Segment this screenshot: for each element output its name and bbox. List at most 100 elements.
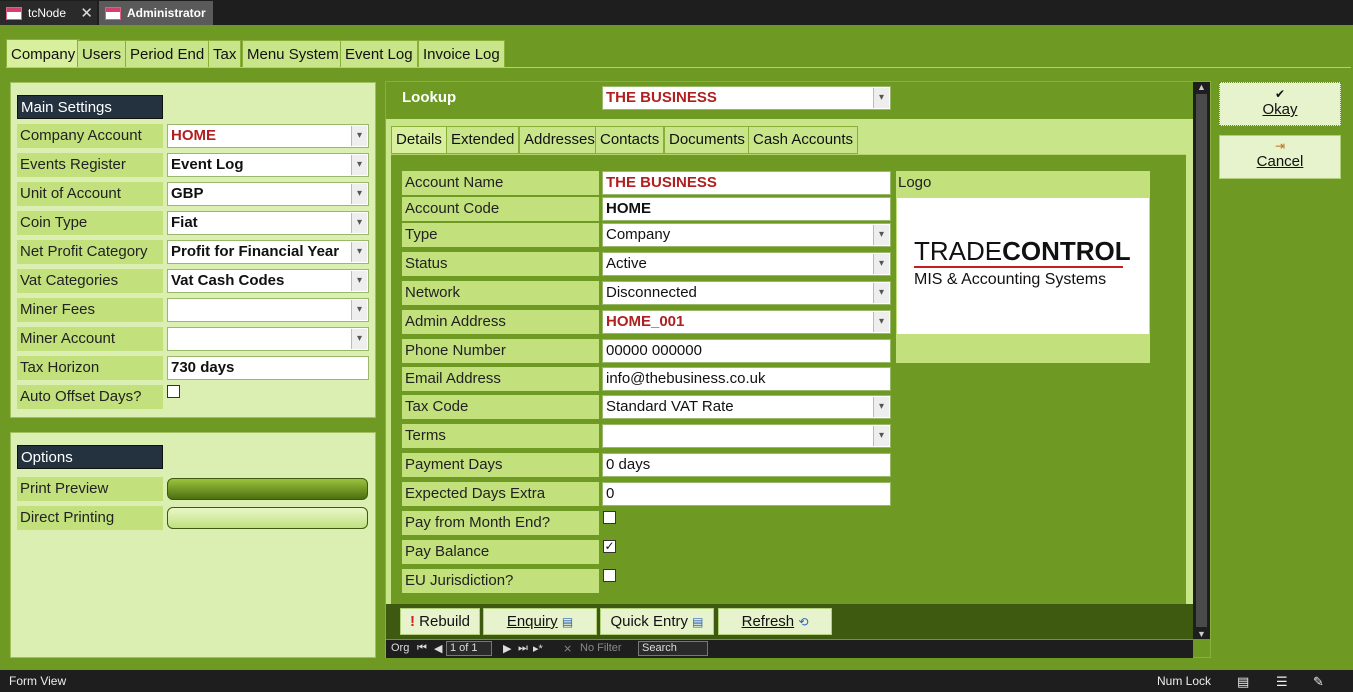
tab-period-end[interactable]: Period End [125,40,210,68]
prev-record-icon[interactable]: ◀ [434,642,442,655]
chevron-down-icon[interactable]: ▾ [351,242,367,262]
tab-event-log[interactable]: Event Log [340,40,418,68]
close-icon[interactable]: ✕ [80,4,93,22]
lookup-label: Lookup [402,89,457,106]
events-register-combo[interactable]: Event Log ▾ [167,153,369,177]
account-code-input[interactable]: HOME [602,197,891,221]
form-icon [6,6,22,20]
doc-tab-tcnode[interactable]: tcNode ✕ [0,1,97,25]
record-position[interactable]: 1 of 1 [446,641,492,656]
tab-details[interactable]: Details [391,126,447,154]
unit-of-account-value: GBP [171,185,204,202]
auto-offset-days-label: Auto Offset Days? [17,385,163,409]
no-filter-label[interactable]: No Filter [580,642,622,654]
doc-tab-label: Administrator [127,6,206,20]
account-name-input[interactable]: THE BUSINESS [602,171,891,195]
tab-cash-accounts[interactable]: Cash Accounts [748,126,859,154]
coin-type-combo[interactable]: Fiat ▾ [167,211,369,235]
scroll-down-icon[interactable]: ▼ [1197,629,1206,639]
chevron-down-icon[interactable]: ▾ [351,213,367,233]
events-register-label: Events Register [17,153,163,177]
tax-code-combo[interactable]: Standard VAT Rate ▾ [602,395,891,419]
refresh-button[interactable]: Refresh ⟲ [718,608,832,635]
okay-button[interactable]: ✔ Okay [1219,82,1341,126]
print-preview-option[interactable] [167,478,368,500]
tax-horizon-input[interactable]: 730 days [167,356,369,380]
status-value: Active [606,255,647,272]
document-tab-bar: tcNode ✕ Administrator [0,0,1353,25]
pay-from-month-end-checkbox[interactable] [603,511,616,524]
tab-contacts[interactable]: Contacts [595,126,665,154]
tab-users[interactable]: Users [77,40,127,68]
filter-icon[interactable]: ⨯ [563,642,572,655]
miner-account-combo[interactable]: ▾ [167,327,369,351]
status-bar: Form View Num Lock ▤ ☰ ✎ [0,670,1353,692]
chevron-down-icon[interactable]: ▾ [351,271,367,291]
datasheet-view-icon[interactable]: ☰ [1276,674,1288,690]
form-view-icon[interactable]: ▤ [1237,674,1249,690]
chevron-down-icon[interactable]: ▾ [873,312,889,332]
tab-invoice-log[interactable]: Invoice Log [418,40,505,68]
first-record-icon[interactable]: ⏮ [417,642,427,655]
coin-type-value: Fiat [171,214,198,231]
vat-categories-combo[interactable]: Vat Cash Codes ▾ [167,269,369,293]
phone-number-input[interactable]: 00000 000000 [602,339,891,363]
chevron-down-icon[interactable]: ▾ [873,225,889,245]
pay-balance-label: Pay Balance [402,540,599,564]
chevron-down-icon[interactable]: ▾ [873,426,889,446]
form-icon: ▤ [561,615,574,629]
design-view-icon[interactable]: ✎ [1313,674,1324,690]
miner-fees-combo[interactable]: ▾ [167,298,369,322]
eu-jurisdiction-checkbox[interactable] [603,569,616,582]
scrollbar-thumb[interactable] [1196,94,1207,627]
net-profit-category-combo[interactable]: Profit for Financial Year ▾ [167,240,369,264]
unit-of-account-combo[interactable]: GBP ▾ [167,182,369,206]
type-combo[interactable]: Company ▾ [602,223,891,247]
tab-company[interactable]: Company [6,39,81,69]
status-combo[interactable]: Active ▾ [602,252,891,276]
enquiry-button[interactable]: Enquiry ▤ [483,608,597,635]
expected-days-extra-input[interactable]: 0 [602,482,891,506]
chevron-down-icon[interactable]: ▾ [351,300,367,320]
tab-extended[interactable]: Extended [446,126,520,154]
last-record-icon[interactable]: ⏭ [518,642,528,655]
chevron-down-icon[interactable]: ▾ [873,88,889,108]
tab-menu-system[interactable]: Menu System [242,40,344,68]
tab-tax[interactable]: Tax [208,40,242,68]
tab-addresses[interactable]: Addresses [519,126,600,154]
cancel-button[interactable]: ⇥ Cancel [1219,135,1341,179]
email-address-input[interactable]: info@thebusiness.co.uk [602,367,891,391]
chevron-down-icon[interactable]: ▾ [873,397,889,417]
auto-offset-days-checkbox[interactable] [167,385,180,398]
account-name-label: Account Name [402,171,599,195]
doc-tab-administrator[interactable]: Administrator [99,1,213,25]
chevron-down-icon[interactable]: ▾ [351,329,367,349]
quick-entry-button[interactable]: Quick Entry ▤ [600,608,714,635]
vat-categories-label: Vat Categories [17,269,163,293]
pay-balance-checkbox[interactable]: ✓ [603,540,616,553]
new-record-icon[interactable]: ▸* [533,642,543,655]
scroll-up-icon[interactable]: ▲ [1197,82,1206,92]
chevron-down-icon[interactable]: ▾ [873,254,889,274]
terms-combo[interactable]: ▾ [602,424,891,448]
vertical-scrollbar[interactable]: ▲ ▼ [1193,82,1210,639]
chevron-down-icon[interactable]: ▾ [351,126,367,146]
unit-of-account-label: Unit of Account [17,182,163,206]
payment-days-input[interactable]: 0 days [602,453,891,477]
company-account-combo[interactable]: HOME ▾ [167,124,369,148]
network-combo[interactable]: Disconnected ▾ [602,281,891,305]
chevron-down-icon[interactable]: ▾ [351,155,367,175]
rebuild-button[interactable]: ! Rebuild [400,608,480,635]
tab-documents[interactable]: Documents [664,126,750,154]
okay-label: Okay [1262,101,1298,118]
search-input[interactable]: Search [638,641,708,656]
lookup-combo[interactable]: THE BUSINESS ▾ [602,86,891,110]
chevron-down-icon[interactable]: ▾ [351,184,367,204]
enquiry-label: Enquiry [506,613,558,630]
net-profit-category-value: Profit for Financial Year [171,243,340,260]
direct-printing-option[interactable] [167,507,368,529]
chevron-down-icon[interactable]: ▾ [873,283,889,303]
next-record-icon[interactable]: ▶ [503,642,511,655]
admin-address-combo[interactable]: HOME_001 ▾ [602,310,891,334]
terms-label: Terms [402,424,599,448]
